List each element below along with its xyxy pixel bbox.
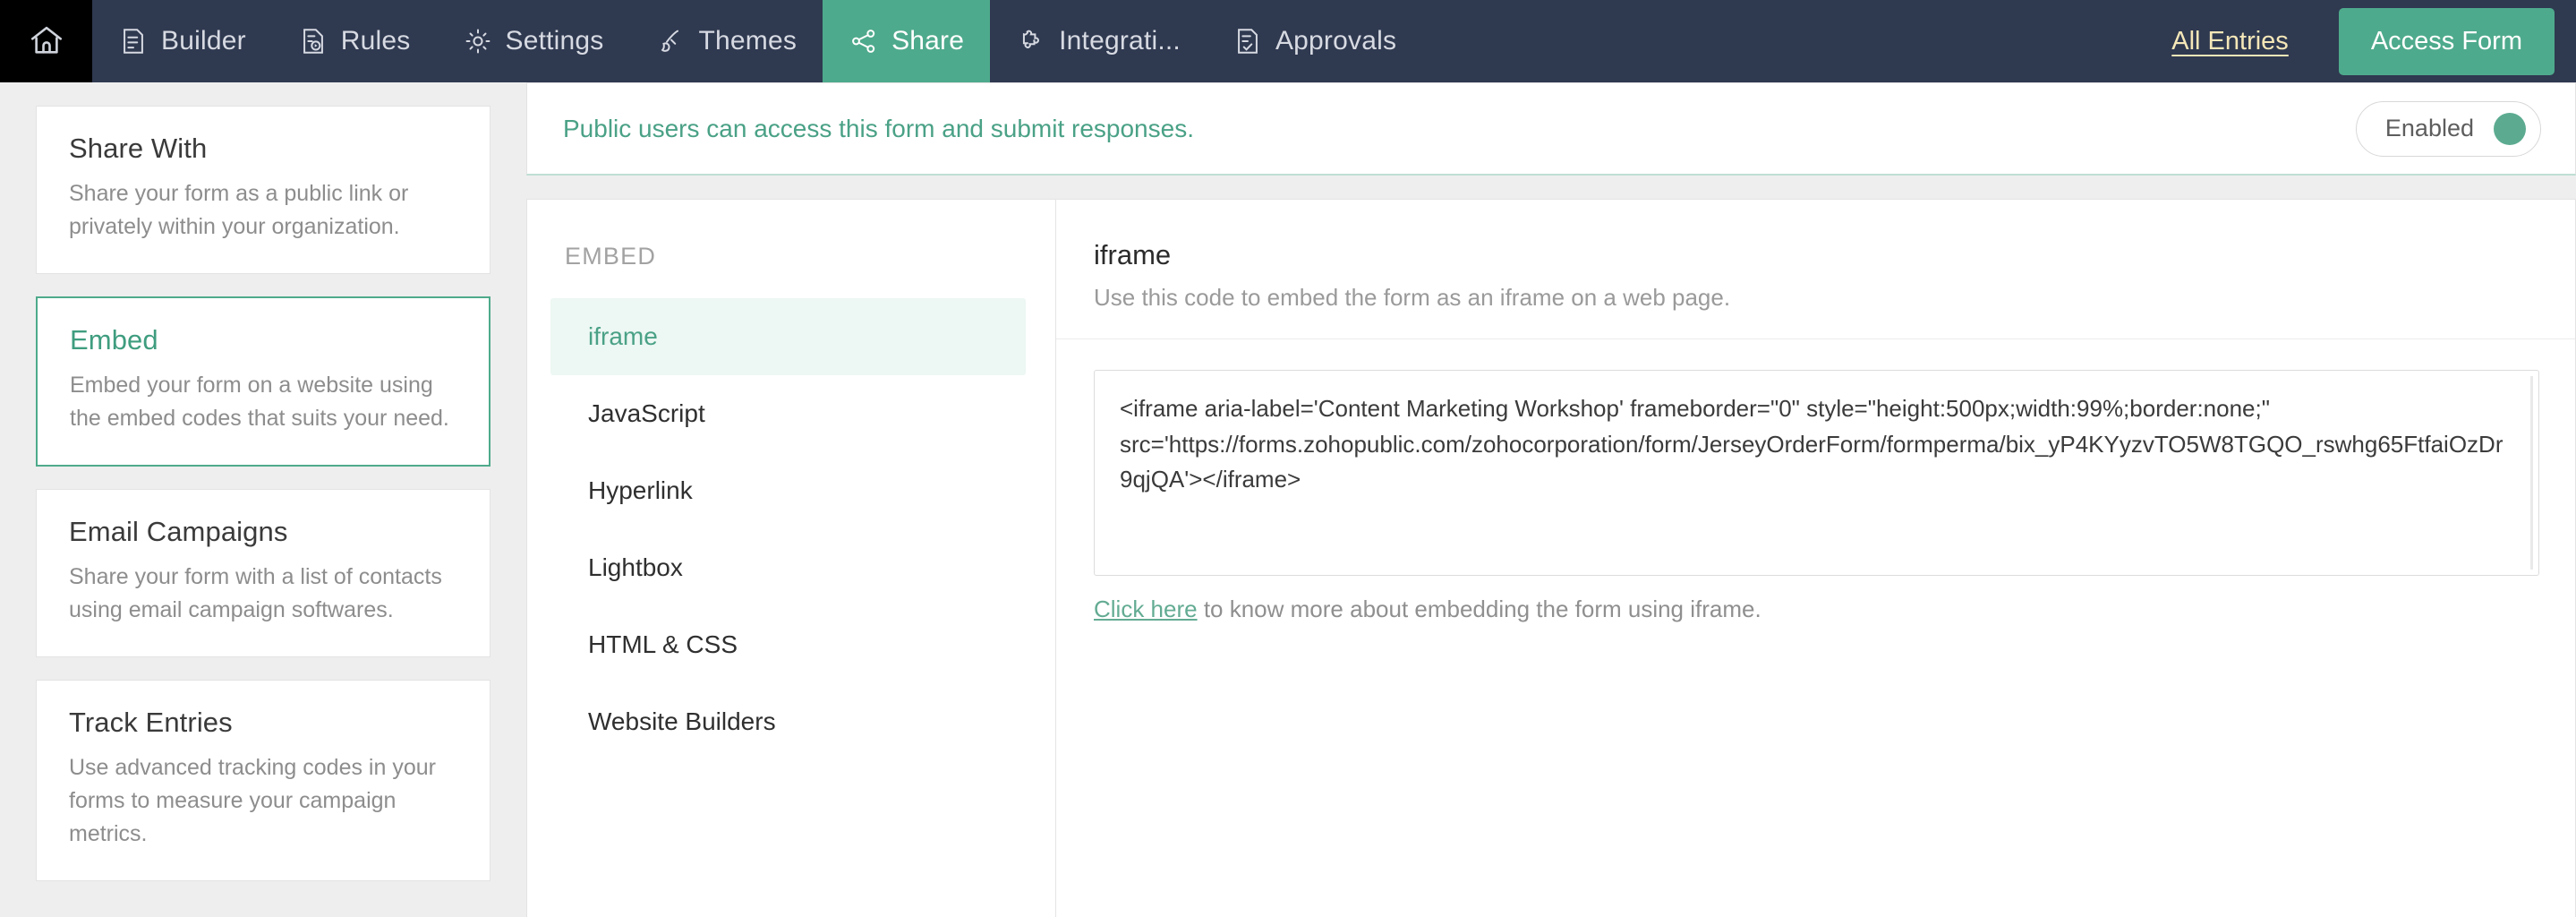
builder-icon xyxy=(118,26,149,56)
top-navigation-bar: Builder Rules Settings Themes Share Inte… xyxy=(0,0,2576,82)
sidebar-item-title: Embed xyxy=(70,324,158,356)
embed-item-html-css[interactable]: HTML & CSS xyxy=(550,606,1026,683)
tab-share[interactable]: Share xyxy=(823,0,991,82)
sidebar-item-description: Share your form with a list of contacts … xyxy=(69,564,442,622)
tab-builder[interactable]: Builder xyxy=(92,0,272,82)
brush-icon xyxy=(656,26,687,56)
home-button[interactable] xyxy=(0,0,92,82)
embed-code-field[interactable]: <iframe aria-label='Content Marketing Wo… xyxy=(1094,370,2539,576)
tab-integrations[interactable]: Integrati... xyxy=(990,0,1207,82)
embed-menu-heading: EMBED xyxy=(565,243,657,270)
page-body: Share With Share your form as a public l… xyxy=(0,82,2576,917)
public-access-message: Public users can access this form and su… xyxy=(563,114,1194,142)
nav-tab-list: Builder Rules Settings Themes Share Inte… xyxy=(92,0,1422,82)
sidebar-item-title: Share With xyxy=(69,133,208,164)
tab-settings[interactable]: Settings xyxy=(437,0,630,82)
embed-help-text: to know more about embedding the form us… xyxy=(1197,596,1761,622)
embed-item-hyperlink[interactable]: Hyperlink xyxy=(550,452,1026,529)
sidebar-item-track-entries[interactable]: Track Entries Use advanced tracking code… xyxy=(36,680,490,881)
embed-help-line: Click here to know more about embedding … xyxy=(1094,596,2539,623)
gear-icon xyxy=(463,26,493,56)
sidebar-item-title: Email Campaigns xyxy=(69,516,288,547)
puzzle-icon xyxy=(1016,26,1046,56)
toggle-knob-icon xyxy=(2494,112,2526,145)
embed-detail-title: iframe xyxy=(1094,239,1172,270)
embed-item-iframe[interactable]: iframe xyxy=(550,298,1026,375)
public-access-toggle-label: Enabled xyxy=(2384,115,2474,141)
embed-item-label: Lightbox xyxy=(588,553,683,581)
tab-approvals-label: Approvals xyxy=(1275,26,1397,56)
tab-themes-label: Themes xyxy=(698,26,798,56)
tab-rules-label: Rules xyxy=(340,26,411,56)
embed-item-label: JavaScript xyxy=(588,399,705,427)
embed-item-label: Hyperlink xyxy=(588,476,693,504)
sidebar-item-description: Use advanced tracking codes in your form… xyxy=(69,755,436,846)
tab-themes[interactable]: Themes xyxy=(630,0,823,82)
sidebar-item-description: Share your form as a public link or priv… xyxy=(69,181,409,239)
embed-item-label: HTML & CSS xyxy=(588,630,738,658)
rules-icon xyxy=(298,26,328,56)
home-icon xyxy=(28,22,65,60)
embed-code-text: <iframe aria-label='Content Marketing Wo… xyxy=(1120,395,2503,493)
sidebar-item-title: Track Entries xyxy=(69,707,233,738)
public-access-toggle[interactable]: Enabled xyxy=(2355,100,2541,157)
embed-panel: EMBED iframe JavaScript Hyperlink Lightb… xyxy=(526,199,2576,917)
embed-detail-pane: iframe Use this code to embed the form a… xyxy=(1056,200,2575,917)
tab-settings-label: Settings xyxy=(505,26,604,56)
sidebar-item-email-campaigns[interactable]: Email Campaigns Share your form with a l… xyxy=(36,489,490,657)
embed-item-label: Website Builders xyxy=(588,707,776,735)
sidebar-item-embed[interactable]: Embed Embed your form on a website using… xyxy=(36,296,490,467)
public-access-banner: Public users can access this form and su… xyxy=(526,82,2576,176)
embed-detail-subtitle: Use this code to embed the form as an if… xyxy=(1056,284,2575,339)
tab-integrations-label: Integrati... xyxy=(1059,26,1181,56)
embed-item-label: iframe xyxy=(588,322,658,350)
nav-actions: All Entries Access Form xyxy=(2171,0,2576,82)
share-nodes-icon xyxy=(849,26,879,56)
embed-item-website-builders[interactable]: Website Builders xyxy=(550,683,1026,760)
embed-type-menu: EMBED iframe JavaScript Hyperlink Lightb… xyxy=(527,200,1056,917)
approvals-icon xyxy=(1233,26,1263,56)
embed-item-javascript[interactable]: JavaScript xyxy=(550,375,1026,452)
all-entries-link[interactable]: All Entries xyxy=(2171,27,2289,56)
tab-builder-label: Builder xyxy=(161,26,246,56)
sidebar-item-share-with[interactable]: Share With Share your form as a public l… xyxy=(36,106,490,274)
embed-help-link[interactable]: Click here xyxy=(1094,596,1198,622)
sidebar-item-description: Embed your form on a website using the e… xyxy=(70,373,449,431)
tab-approvals[interactable]: Approvals xyxy=(1207,0,1422,82)
tab-rules[interactable]: Rules xyxy=(272,0,437,82)
embed-code-scrollbar[interactable] xyxy=(2530,376,2533,570)
embed-item-lightbox[interactable]: Lightbox xyxy=(550,529,1026,606)
share-content-area: Public users can access this form and su… xyxy=(526,82,2576,917)
access-form-button[interactable]: Access Form xyxy=(2338,7,2555,75)
tab-share-label: Share xyxy=(891,26,965,56)
share-options-sidebar: Share With Share your form as a public l… xyxy=(0,82,526,917)
